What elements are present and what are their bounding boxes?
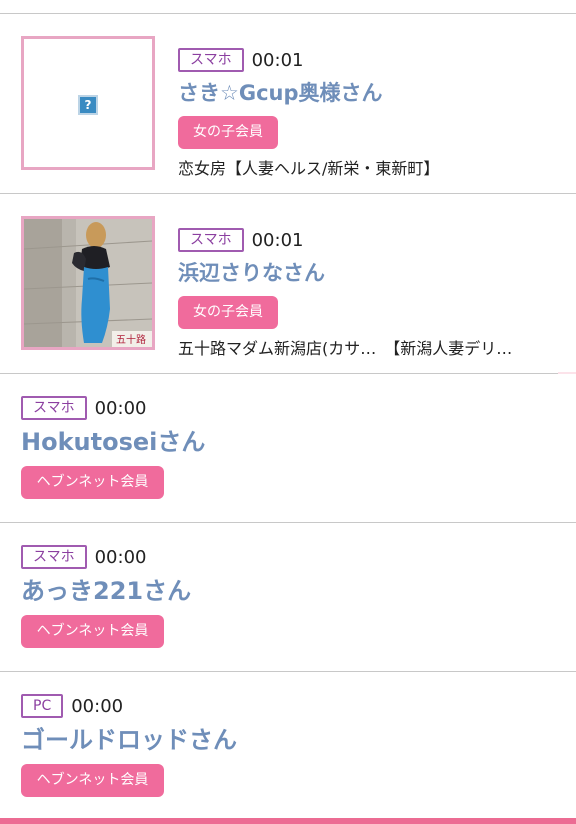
entry-info: スマホ 00:01 浜辺さりなさん 女の子会員 五十路マダム新潟店(カサ… 【新潟…: [178, 228, 568, 359]
profile-photo: 五十路: [24, 219, 152, 347]
access-time: 00:01: [251, 49, 304, 71]
shop-name: 恋女房【人妻ヘルス/新栄・東新町】: [178, 159, 440, 178]
device-badge: PC: [21, 694, 64, 718]
list-item[interactable]: スマホ 00:00 Hokutoseiさん ヘブンネット会員: [0, 374, 576, 523]
access-time: 00:00: [94, 546, 147, 568]
list-item[interactable]: ? スマホ 00:01 さき☆Gcup奥様さん 女の子会員 恋女房【人妻ヘルス/新…: [0, 14, 576, 194]
list-item[interactable]: スマホ 00:00 あっき221さん ヘブンネット会員: [0, 523, 576, 672]
member-type-badge: 女の子会員: [178, 116, 278, 149]
access-time: 00:00: [71, 695, 124, 717]
entry-info: スマホ 00:00 Hokutoseiさん ヘブンネット会員: [21, 396, 541, 499]
member-type-badge: ヘブンネット会員: [21, 615, 164, 648]
entry-info: スマホ 00:00 あっき221さん ヘブンネット会員: [21, 545, 541, 648]
bottom-accent-bar: [0, 818, 576, 824]
device-badge: スマホ: [21, 396, 87, 420]
broken-image-icon: ?: [78, 95, 98, 115]
member-name-link[interactable]: さき☆Gcup奥様さん: [178, 78, 568, 108]
device-badge: スマホ: [178, 48, 244, 72]
device-badge: スマホ: [21, 545, 87, 569]
member-type-badge: ヘブンネット会員: [21, 466, 164, 499]
svg-text:五十路: 五十路: [116, 333, 146, 346]
device-badge: スマホ: [178, 228, 244, 252]
page: ? スマホ 00:01 さき☆Gcup奥様さん 女の子会員 恋女房【人妻ヘルス/新…: [0, 0, 576, 824]
access-time: 00:01: [251, 229, 304, 251]
list-item[interactable]: PC 00:00 ゴールドロッドさん ヘブンネット会員: [0, 672, 576, 821]
entry-info: PC 00:00 ゴールドロッドさん ヘブンネット会員: [21, 694, 541, 797]
member-name-link[interactable]: あっき221さん: [21, 575, 541, 607]
member-name-link[interactable]: Hokutoseiさん: [21, 426, 541, 458]
profile-thumbnail[interactable]: 五十路: [21, 216, 155, 350]
member-type-badge: ヘブンネット会員: [21, 764, 164, 797]
member-type-badge: 女の子会員: [178, 296, 278, 329]
access-time: 00:00: [94, 397, 147, 419]
member-name-link[interactable]: 浜辺さりなさん: [178, 258, 568, 288]
member-name-link[interactable]: ゴールドロッドさん: [21, 724, 541, 756]
entry-info: スマホ 00:01 さき☆Gcup奥様さん 女の子会員 恋女房【人妻ヘルス/新栄・…: [178, 48, 568, 179]
list-item[interactable]: 五十路 スマホ 00:01 浜辺さりなさん 女の子会員 五十路マダム新潟店(カサ……: [0, 194, 576, 374]
shop-name: 五十路マダム新潟店(カサ… 【新潟人妻デリ…: [178, 339, 513, 358]
top-divider: [0, 0, 576, 14]
profile-thumbnail[interactable]: ?: [21, 36, 155, 170]
